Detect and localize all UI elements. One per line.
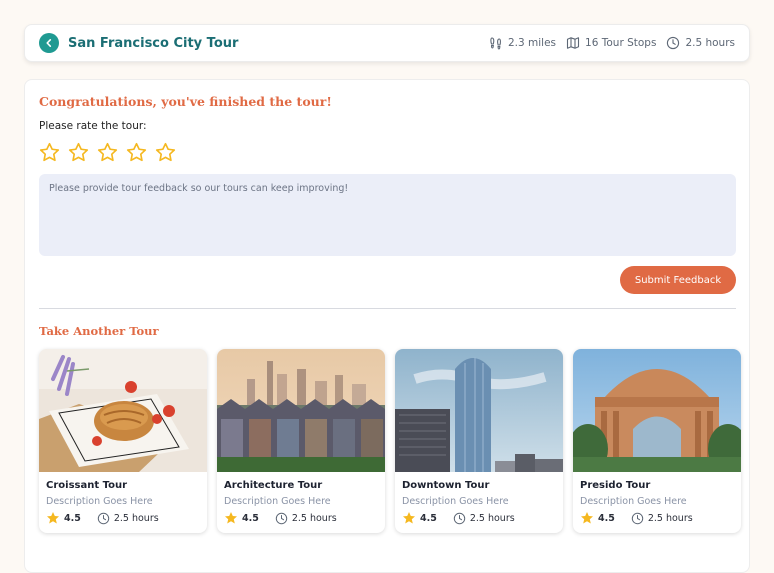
map-icon	[566, 37, 580, 49]
chevron-left-icon	[46, 39, 52, 47]
stops-stat: 16 Tour Stops	[566, 36, 656, 50]
duration-stat: 2.5 hours	[666, 36, 735, 50]
tour-meta: 4.5 2.5 hours	[580, 511, 693, 525]
tour-name: Presido Tour	[580, 480, 651, 491]
star-outline-icon[interactable]	[97, 142, 118, 163]
croissant-tour-image	[39, 349, 207, 472]
star-outline-icon[interactable]	[39, 142, 60, 163]
downtown-tour-image	[395, 349, 563, 472]
section-divider	[39, 308, 736, 309]
presido-tour-image	[573, 349, 741, 472]
congrats-heading: Congratulations, you've finished the tou…	[39, 94, 332, 109]
footprints-icon	[490, 37, 501, 50]
tour-rating: 4.5	[420, 512, 437, 524]
stops-value: 16 Tour Stops	[585, 37, 657, 49]
tour-card-downtown[interactable]: Downtown Tour Description Goes Here 4.5 …	[395, 349, 563, 533]
tour-name: Croissant Tour	[46, 480, 128, 491]
tour-card-architecture[interactable]: Architecture Tour Description Goes Here …	[217, 349, 385, 533]
tour-card-croissant[interactable]: Croissant Tour Description Goes Here 4.5…	[39, 349, 207, 533]
clock-icon	[275, 512, 288, 524]
tour-duration: 2.5 hours	[113, 512, 159, 524]
clock-icon	[667, 36, 680, 50]
distance-value: 2.3 miles	[508, 37, 557, 49]
star-icon	[403, 512, 415, 524]
tour-duration: 2.5 hours	[291, 512, 337, 524]
more-tours-heading: Take Another Tour	[39, 324, 159, 338]
tour-name: Downtown Tour	[402, 480, 490, 491]
star-icon	[581, 512, 593, 524]
tour-stats: 2.3 miles 16 Tour Stops 2.5 hours	[489, 36, 735, 50]
tour-rating: 4.5	[64, 512, 81, 524]
tour-rating: 4.5	[598, 512, 615, 524]
clock-icon	[453, 512, 466, 524]
tour-rating: 4.5	[242, 512, 259, 524]
architecture-tour-image	[217, 349, 385, 472]
star-rating	[39, 142, 176, 163]
tour-meta: 4.5 2.5 hours	[402, 511, 515, 525]
tour-description: Description Goes Here	[580, 496, 687, 507]
star-icon	[47, 512, 59, 524]
feedback-input[interactable]	[39, 174, 736, 256]
star-outline-icon[interactable]	[155, 142, 176, 163]
tour-duration: 2.5 hours	[469, 512, 515, 524]
tour-meta: 4.5 2.5 hours	[224, 511, 337, 525]
submit-feedback-button[interactable]: Submit Feedback	[620, 266, 736, 294]
back-button[interactable]	[39, 33, 59, 53]
rate-prompt: Please rate the tour:	[39, 120, 147, 132]
tour-description: Description Goes Here	[46, 496, 153, 507]
clock-icon	[97, 512, 110, 524]
tour-name: Architecture Tour	[224, 480, 323, 491]
tour-duration: 2.5 hours	[647, 512, 693, 524]
tour-card-presido[interactable]: Presido Tour Description Goes Here 4.5 2…	[573, 349, 741, 533]
star-icon	[225, 512, 237, 524]
tour-header: San Francisco City Tour 2.3 miles 16 Tou…	[24, 24, 750, 62]
clock-icon	[631, 512, 644, 524]
page-title: San Francisco City Tour	[68, 35, 239, 51]
star-outline-icon[interactable]	[126, 142, 147, 163]
feedback-card: Congratulations, you've finished the tou…	[24, 79, 750, 573]
tour-meta: 4.5 2.5 hours	[46, 511, 159, 525]
tour-description: Description Goes Here	[402, 496, 509, 507]
distance-stat: 2.3 miles	[489, 36, 556, 50]
tour-description: Description Goes Here	[224, 496, 331, 507]
star-outline-icon[interactable]	[68, 142, 89, 163]
tour-list: Croissant Tour Description Goes Here 4.5…	[39, 349, 741, 533]
duration-value: 2.5 hours	[685, 37, 735, 49]
